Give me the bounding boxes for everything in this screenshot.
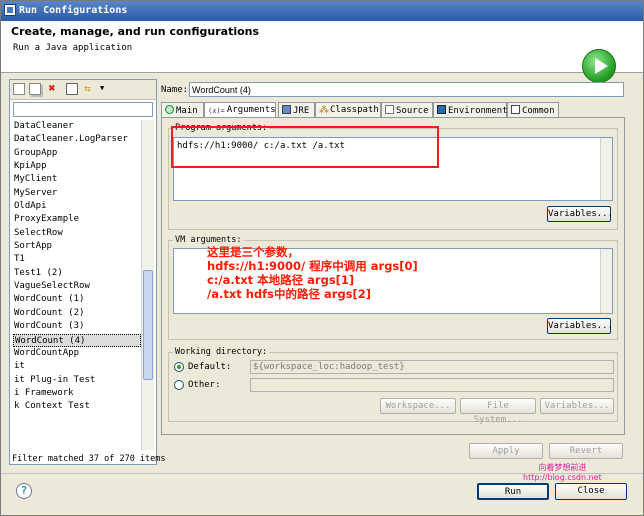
jre-tab-icon [282,105,291,114]
default-directory-label: Default: [188,362,232,372]
list-item[interactable]: i Framework [13,387,141,400]
delete-configuration-icon[interactable]: ✖ [46,82,58,95]
tab-label: JRE [293,106,310,116]
filter-menu-chevron-icon[interactable]: ▼ [100,84,104,92]
default-directory-radio[interactable] [174,362,184,372]
list-item[interactable]: KpiApp [13,160,141,173]
list-item[interactable]: it [13,360,141,373]
tab-environment[interactable]: Environment [433,102,508,118]
list-item[interactable]: VagueSelectRow [13,280,141,293]
list-item[interactable]: ProxyExample [13,213,141,226]
source-tab-icon [385,105,394,114]
workspace-button[interactable]: Workspace... [380,398,456,414]
list-item[interactable]: WordCount (3) [13,320,141,333]
annotation-line: /a.txt hdfs中的路径 args[2] [207,287,372,301]
list-item[interactable]: WordCountApp [13,347,141,360]
watermark-line: http://blog.csdn.net [523,473,602,482]
configuration-tabs: Main (x)= Arguments JRE ⁂Classpath Source… [161,102,625,119]
environment-tab-icon [437,105,446,114]
new-configuration-icon[interactable] [13,83,25,95]
default-directory-field: ${workspace_loc:hadoop_test} [250,360,614,374]
list-item[interactable]: SelectRow [13,227,141,240]
tab-label: Arguments [226,105,276,115]
title-bar: Run Configurations [1,1,643,21]
working-directory-label: Working directory: [173,347,270,357]
list-item[interactable]: Test1 (2) [13,267,141,280]
vm-variables-button[interactable]: Variables... [547,318,613,334]
banner-title: Create, manage, and run configurations [11,25,260,38]
filter-icon[interactable]: ⇆ [84,83,96,95]
tab-label: Environment [448,106,508,116]
run-banner-icon [582,49,616,83]
tab-common[interactable]: Common [507,102,559,118]
tab-main[interactable]: Main [161,102,204,118]
list-item[interactable]: WordCount (1) [13,293,141,306]
dialog-banner: Create, manage, and run configurations R… [1,21,643,83]
list-item[interactable]: DataCleaner.LogParser [13,133,141,146]
list-item[interactable]: WordCount (2) [13,307,141,320]
tab-label: Common [522,106,555,116]
list-item[interactable]: GroupApp [13,147,141,160]
configurations-toolbar: ✖ ⇆ ▼ [10,80,156,100]
list-item[interactable]: T1 [13,253,141,266]
name-label: Name: [161,85,189,95]
tab-jre[interactable]: JRE [278,102,315,118]
annotation-line: 这里是三个参数， [207,245,299,259]
configurations-panel: ✖ ⇆ ▼ DataCleaner DataCleaner.LogParser … [9,79,166,465]
program-arguments-scrollbar[interactable] [600,138,612,200]
configurations-list: DataCleaner DataCleaner.LogParser GroupA… [13,120,141,450]
watermark-line: 向着梦想前进 [538,463,587,472]
arguments-tab-icon: (x)= [208,107,225,115]
annotation-line: c:/a.txt 本地路径 args[1] [207,273,355,287]
vm-arguments-label: VM arguments: [173,235,244,245]
file-system-button[interactable]: File System... [460,398,536,425]
list-item[interactable]: MyClient [13,173,141,186]
classpath-tab-icon: ⁂ [319,105,329,116]
tab-label: Source [396,106,429,116]
list-item[interactable]: SortApp [13,240,141,253]
help-icon[interactable]: ? [16,483,32,499]
tab-label: Main [176,106,198,116]
list-item[interactable]: DataCleaner [13,120,141,133]
working-directory-variables-button[interactable]: Variables... [540,398,614,414]
filter-input[interactable] [13,102,153,117]
configurations-scrollbar[interactable] [141,120,154,450]
collapse-all-icon[interactable] [66,83,78,95]
watermark: 向着梦想前进 http://blog.csdn.net [523,463,602,483]
run-configurations-window: Run Configurations Create, manage, and r… [0,0,644,516]
main-tab-icon [165,105,174,114]
annotation-text: 这里是三个参数， hdfs://h1:9000/ 程序中调用 args[0] c… [207,245,418,301]
other-directory-radio[interactable] [174,380,184,390]
program-variables-button[interactable]: Variables... [547,206,613,222]
duplicate-configuration-icon[interactable] [29,83,41,95]
banner-subtitle: Run a Java application [13,43,133,53]
tab-source[interactable]: Source [381,102,433,118]
run-button[interactable]: Run [477,483,549,500]
list-item[interactable]: it Plug-in Test [13,374,141,387]
revert-button[interactable]: Revert [549,443,623,459]
list-item-selected[interactable]: WordCount (4) [13,333,141,347]
window-title: Run Configurations [19,5,128,16]
eclipse-window-icon [4,4,16,16]
tab-label: Classpath [330,105,379,115]
list-item[interactable]: MyServer [13,187,141,200]
name-input[interactable] [189,82,624,97]
highlight-box [171,126,439,168]
other-directory-field[interactable] [250,378,614,392]
apply-button[interactable]: Apply [469,443,543,459]
scrollbar-thumb[interactable] [143,270,153,380]
close-button[interactable]: Close [555,483,627,500]
list-item[interactable]: k Context Test [13,400,141,413]
filter-status: Filter matched 37 of 270 items [12,454,166,464]
vm-arguments-scrollbar[interactable] [600,249,612,313]
tab-classpath[interactable]: ⁂Classpath [315,102,381,118]
other-directory-label: Other: [188,380,221,390]
annotation-line: hdfs://h1:9000/ 程序中调用 args[0] [207,259,418,273]
list-item[interactable]: OldApi [13,200,141,213]
common-tab-icon [511,105,520,114]
